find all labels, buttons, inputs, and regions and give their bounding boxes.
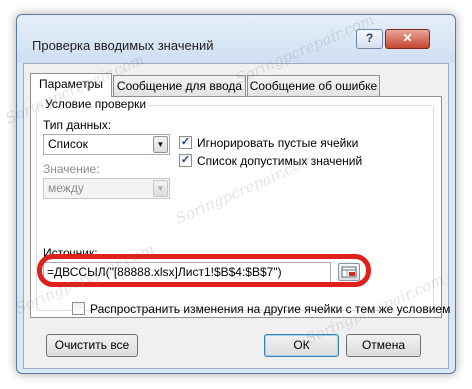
chevron-down-icon[interactable]: ▼ [153, 136, 168, 153]
value-label: Значение: [43, 162, 100, 176]
ignore-blank-option[interactable]: ✓ Игнорировать пустые ячейки [179, 136, 358, 152]
tab-error-alert[interactable]: Сообщение об ошибке [247, 75, 380, 96]
in-cell-dropdown-checkbox[interactable]: ✓ [179, 154, 192, 167]
collapse-dialog-button[interactable] [338, 263, 360, 281]
in-cell-dropdown-label: Список допустимых значений [197, 154, 363, 168]
apply-to-all-option[interactable]: Распространить изменения на другие ячейк… [72, 302, 450, 318]
close-button[interactable]: ✕ [385, 29, 430, 49]
settings-panel: Условие проверки Тип данных: Список ▼ Зн… [30, 96, 442, 318]
group-label: Условие проверки [43, 97, 149, 111]
data-type-select[interactable]: Список ▼ [43, 134, 170, 155]
apply-to-all-label: Распространить изменения на другие ячейк… [90, 302, 451, 316]
data-type-label: Тип данных: [43, 118, 112, 132]
validation-criteria-group: Условие проверки Тип данных: Список ▼ Зн… [36, 97, 434, 311]
ignore-blank-label: Игнорировать пустые ячейки [197, 136, 359, 150]
clear-all-button[interactable]: Очистить все [46, 334, 138, 357]
tab-input-message[interactable]: Сообщение для ввода [113, 75, 246, 96]
ok-button[interactable]: ОК [264, 334, 339, 357]
in-cell-dropdown-option[interactable]: ✓ Список допустимых значений [179, 154, 362, 170]
data-type-value: Список [48, 137, 88, 151]
dialog-title: Проверка вводимых значений [32, 38, 214, 53]
apply-to-all-checkbox[interactable] [72, 302, 85, 315]
value-select-value: между [48, 181, 84, 195]
tab-settings[interactable]: Параметры [30, 73, 112, 97]
cancel-button[interactable]: Отмена [346, 334, 421, 357]
data-validation-dialog: Проверка вводимых значений ? ✕ Параметры… [16, 14, 456, 374]
dialog-content: Параметры Сообщение для ввода Сообщение … [23, 63, 450, 369]
help-button[interactable]: ? [356, 29, 383, 49]
title-bar[interactable]: Проверка вводимых значений ? ✕ [17, 15, 455, 63]
source-input[interactable]: =ДВССЫЛ("[88888.xlsx]Лист1!$B$4:$B$7") [43, 262, 331, 283]
range-select-icon [341, 266, 357, 278]
chevron-down-icon[interactable]: ▼ [153, 180, 168, 197]
ignore-blank-checkbox[interactable]: ✓ [179, 136, 192, 149]
value-select[interactable]: между ▼ [43, 178, 170, 199]
source-label: Источник: [43, 246, 98, 260]
